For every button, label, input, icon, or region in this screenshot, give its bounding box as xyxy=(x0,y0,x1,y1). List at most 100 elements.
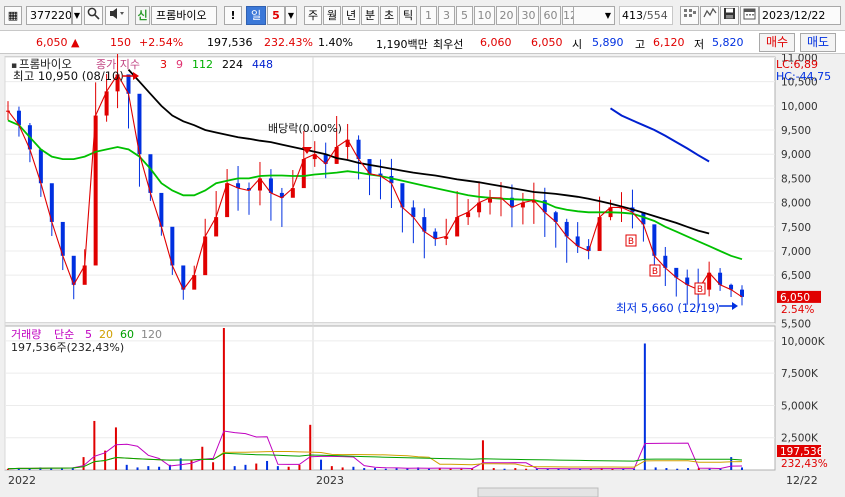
current-volume-tag-label: 197,536 xyxy=(780,446,824,458)
price-legend-item-3: 112 xyxy=(192,58,213,71)
interval-button-20[interactable]: 20 xyxy=(496,6,517,25)
change-percent: +2.54% xyxy=(139,36,184,49)
high-price: 6,120 xyxy=(653,36,685,49)
volume-legend-item-5: 120 xyxy=(141,328,162,341)
interval-button-60[interactable]: 60 xyxy=(540,6,561,25)
x-tick-label-1: 2023 xyxy=(316,474,344,487)
volume-pct-label: 232,43% xyxy=(781,458,828,470)
volume-bar xyxy=(255,463,258,470)
volume-bar xyxy=(503,468,506,470)
volume-bar xyxy=(481,440,484,470)
price-volume-chart[interactable]: 11,00010,50010,0009,5009,0008,5008,0007,… xyxy=(0,54,845,497)
volume-bar xyxy=(676,468,679,470)
change-amount: 150 xyxy=(110,36,131,49)
hc-label: HC:-44,75 xyxy=(776,70,831,83)
period-button-1[interactable]: 월 xyxy=(323,6,341,25)
volume-bar xyxy=(449,468,452,470)
price-legend-item-2: 9 xyxy=(176,58,183,71)
period-button-5[interactable]: 틱 xyxy=(399,6,417,25)
y-tick-label: 7,500 xyxy=(781,222,811,234)
price-legend-item-5: 448 xyxy=(252,58,273,71)
bid-price: 6,050 xyxy=(531,36,563,49)
volume-bar xyxy=(687,468,690,470)
ask-price: 6,060 xyxy=(480,36,512,49)
x-tick-label-2: 12/22 xyxy=(786,474,818,487)
quote-bar: 6,050 ▲ 150 +2.54% 197,536 232.43% 1.40%… xyxy=(0,31,845,54)
chart-toolbar: ▦ 377220 ▼ 신 프롬바이오 ! 일 5 ▼ 주월년분초틱 1 3 5 10 2… xyxy=(0,0,845,31)
period-button-3[interactable]: 분 xyxy=(361,6,379,25)
volume-bar xyxy=(741,467,743,470)
y-tick-label: 5,500 xyxy=(781,319,811,331)
volume-value: 197,536 xyxy=(207,36,253,49)
settings-icon[interactable] xyxy=(700,6,719,25)
dots-icon[interactable] xyxy=(680,6,699,25)
period-number-input[interactable]: 5 xyxy=(267,6,285,25)
period-button-0[interactable]: 주 xyxy=(304,6,322,25)
y-tick-label: 8,500 xyxy=(781,173,811,185)
interval-button-30[interactable]: 30 xyxy=(518,6,539,25)
y-tick-label: 7,000 xyxy=(781,246,811,258)
volume-bar xyxy=(93,420,96,470)
volume-bar xyxy=(363,468,366,470)
sound-icon[interactable] xyxy=(105,6,129,25)
volume-bar xyxy=(298,464,301,470)
current-price-tag-label: 6,050 xyxy=(780,292,810,304)
interval-button-3[interactable]: 3 xyxy=(438,6,455,25)
volume-bar xyxy=(287,466,290,470)
period-button-2[interactable]: 년 xyxy=(342,6,360,25)
date-field[interactable]: 2023/12/22 xyxy=(759,6,841,25)
stock-code-input[interactable]: 377220 xyxy=(26,6,72,25)
alert-button[interactable]: ! xyxy=(224,6,242,25)
buy-button[interactable]: 매수 xyxy=(759,33,795,52)
volume-bar xyxy=(125,464,128,470)
volume-ratio: 232.43% xyxy=(264,36,313,49)
volume-bar xyxy=(114,427,117,470)
volume-bar xyxy=(266,460,269,470)
y-tick-label: 9,000 xyxy=(781,149,811,161)
volume-bar xyxy=(244,464,247,470)
interval-button-1[interactable]: 1 xyxy=(420,6,437,25)
volume-bar xyxy=(330,466,333,470)
interval-input[interactable]: ▼ xyxy=(573,6,615,25)
b-marker-label-0: B xyxy=(628,237,634,247)
b-marker-label-2: B xyxy=(697,285,703,295)
grid-icon[interactable]: ▦ xyxy=(4,6,22,25)
volume-bar xyxy=(654,467,657,470)
search-icon[interactable] xyxy=(84,6,103,25)
interval-button-10[interactable]: 10 xyxy=(474,6,495,25)
volume-bar xyxy=(352,466,355,470)
sell-button[interactable]: 매도 xyxy=(800,33,836,52)
volume-legend-item-3: 20 xyxy=(99,328,113,341)
volume-legend-item-2: 5 xyxy=(85,328,92,341)
volume-bar xyxy=(460,468,463,470)
volume-bar xyxy=(525,468,528,470)
volume-bar xyxy=(233,466,236,470)
interval-button-5[interactable]: 5 xyxy=(456,6,473,25)
stock-name: 프롬바이오 xyxy=(156,9,207,22)
count-field[interactable]: 413/554 xyxy=(619,6,673,25)
low-price: 5,820 xyxy=(712,36,744,49)
period-day-button[interactable]: 일 xyxy=(246,6,266,25)
low-annotation: 최저 5,660 (12/19) xyxy=(616,301,720,315)
turnover-rate: 1.40% xyxy=(318,36,353,49)
volume-bar xyxy=(136,467,139,470)
save-icon[interactable] xyxy=(720,6,739,25)
current-price: 6,050 xyxy=(36,36,68,49)
volume-bar xyxy=(190,459,193,470)
priority-label: 최우선 xyxy=(433,38,464,51)
code-dropdown-icon[interactable]: ▼ xyxy=(72,6,82,25)
volume-legend-item-4: 60 xyxy=(120,328,134,341)
stock-name-field[interactable]: 프롬바이오 xyxy=(151,6,217,25)
volume-bar xyxy=(514,468,517,470)
change-arrow-icon: ▲ xyxy=(71,36,80,49)
volume-bar xyxy=(492,468,495,470)
price-panel xyxy=(4,56,776,324)
volume-bar xyxy=(212,462,215,470)
volume-bar xyxy=(158,466,161,470)
calendar-icon[interactable] xyxy=(740,6,759,25)
stock-code-value: 377220 xyxy=(30,9,72,22)
period-button-4[interactable]: 초 xyxy=(380,6,398,25)
volume-bar xyxy=(147,466,150,470)
y-tick-label: 9,500 xyxy=(781,125,811,137)
period-dropdown-icon[interactable]: ▼ xyxy=(285,6,297,25)
